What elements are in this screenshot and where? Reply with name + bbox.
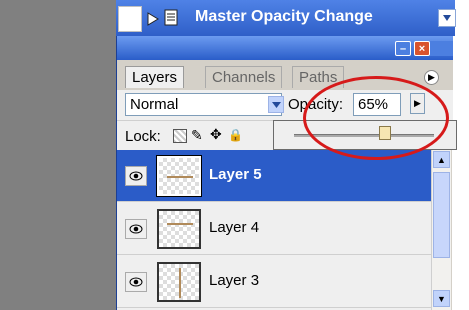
palette-menu-icon[interactable]: ▶ (424, 70, 439, 85)
eye-icon[interactable] (125, 166, 147, 186)
layer-row[interactable]: Layer 4 (117, 203, 431, 255)
layer-thumbnail (156, 155, 202, 197)
lock-move-icon[interactable]: ✥ (210, 126, 224, 142)
close-icon[interactable]: × (414, 41, 430, 56)
lock-transparent-icon[interactable] (173, 129, 187, 143)
right-margin (452, 0, 469, 310)
titlebar-edge (430, 41, 453, 56)
action-title[interactable]: Master Opacity Change (195, 8, 373, 26)
lock-label: Lock: (125, 128, 161, 145)
eye-icon[interactable] (125, 272, 147, 292)
blend-mode-value: Normal (130, 96, 179, 113)
eye-icon[interactable] (125, 219, 147, 239)
layer-name[interactable]: Layer 4 (209, 219, 259, 236)
layer-list-scrollbar[interactable]: ▲ ▼ (431, 150, 451, 310)
lock-paint-icon[interactable]: ✎ (191, 127, 205, 143)
action-toggle-checkbox[interactable] (118, 6, 142, 32)
document-icon (164, 9, 178, 26)
tab-channels[interactable]: Channels (205, 66, 283, 88)
layer-row[interactable]: Layer 3 (117, 256, 431, 308)
scroll-up-icon[interactable]: ▲ (433, 151, 450, 168)
layer-thumbnail (157, 209, 201, 249)
layer-thumbnail (157, 262, 201, 302)
layer-name[interactable]: Layer 5 (209, 166, 262, 183)
scrollbar-thumb[interactable] (433, 172, 450, 258)
layers-palette: – × Layers Channels Paths ▶ Normal Opaci… (116, 36, 457, 310)
dropdown-arrow-icon[interactable] (438, 9, 456, 27)
lock-all-icon[interactable]: 🔒 (228, 128, 243, 142)
highlight-circle (303, 76, 449, 160)
play-icon[interactable] (146, 12, 160, 26)
chevron-down-icon[interactable] (268, 96, 284, 113)
palette-titlebar[interactable]: – × (117, 36, 453, 60)
minimize-icon[interactable]: – (395, 41, 411, 56)
document-canvas-area (0, 0, 116, 310)
tab-layers[interactable]: Layers (125, 66, 185, 88)
layer-list: Layer 5 Layer 4 Layer 3 (117, 150, 431, 310)
blend-mode-select[interactable]: Normal (125, 93, 284, 116)
layer-name[interactable]: Layer 3 (209, 272, 259, 289)
scroll-down-icon[interactable]: ▼ (433, 290, 450, 307)
